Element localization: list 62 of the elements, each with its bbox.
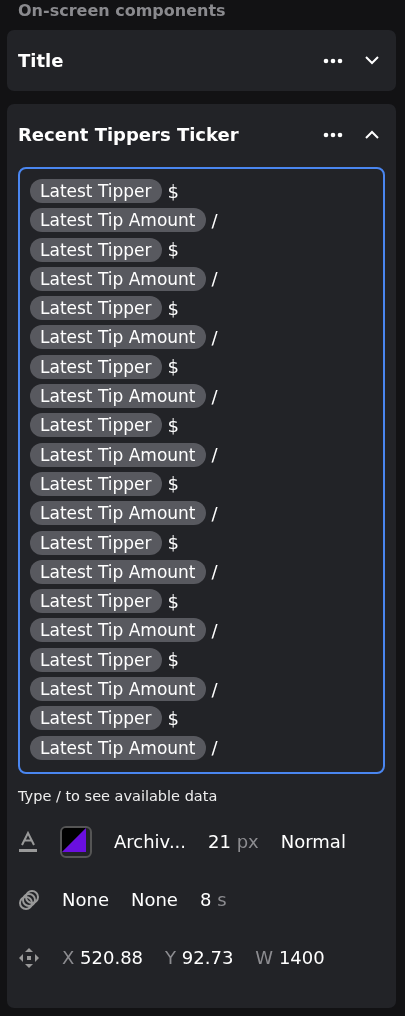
editor-text: / [211,327,218,348]
data-token[interactable]: Latest Tipper [30,413,162,438]
text-style-icon[interactable] [18,830,38,853]
data-token[interactable]: Latest Tip Amount [30,735,206,760]
editor-text: / [211,619,218,641]
editor-text: $ [167,180,179,202]
editor-text: $ [167,239,179,261]
editor-text: / [211,502,218,524]
editor-text: $ [167,649,179,671]
editor-text: / [211,268,218,290]
editor-text: $ [167,590,179,612]
data-token[interactable]: Latest Tip Amount [30,677,206,702]
data-token[interactable]: Latest Tipper [30,471,162,496]
data-token[interactable]: Latest Tip Amount [30,559,206,584]
more-icon[interactable] [323,131,343,138]
editor-text: / [211,737,218,759]
data-token[interactable]: Latest Tipper [30,706,162,731]
editor-text: / [211,444,218,466]
data-token[interactable]: Latest Tip Amount [30,618,206,643]
data-token[interactable]: Latest Tipper [30,179,162,203]
editor-text: $ [167,473,179,495]
duration[interactable]: 8 s [199,889,227,911]
editor-text: $ [167,414,179,436]
enter-animation[interactable]: None [62,889,109,911]
editor-text: / [211,561,218,583]
data-token[interactable]: Latest Tipper [30,354,162,379]
data-token[interactable]: Latest Tip Amount [30,208,206,233]
editor-text: $ [167,707,179,729]
editor-text: / [211,385,218,407]
move-icon[interactable] [18,946,40,969]
position-value[interactable]: W 1400 [255,947,325,969]
card-title[interactable]: Recent Tippers Ticker [18,124,323,145]
position-value[interactable]: X 520.88 [62,947,144,969]
editor-text: / [211,678,218,700]
data-token[interactable]: Latest Tip Amount [30,266,206,291]
hint-text: Type / to see available data [18,787,219,804]
editor-text: $ [167,297,179,319]
chevron-down-icon[interactable] [365,56,379,65]
data-token[interactable]: Latest Tip Amount [30,442,206,467]
exit-animation[interactable]: None [130,889,178,911]
editor-text: / [211,209,218,231]
font-weight[interactable]: Normal [280,831,346,853]
data-token[interactable]: Latest Tip Amount [30,384,206,409]
position-value[interactable]: Y 92.73 [165,947,234,969]
data-token[interactable]: Latest Tipper [30,237,162,262]
editor-text: $ [167,356,179,378]
text-editor[interactable] [18,167,385,774]
data-token[interactable]: Latest Tipper [30,296,162,321]
editor-text: $ [167,532,179,554]
color-swatch[interactable] [60,825,92,858]
section-header: On-screen components [18,2,227,20]
rings-icon[interactable] [18,888,40,911]
card-title[interactable]: Title [18,50,323,71]
font-family[interactable]: Archiv... [114,831,187,853]
data-token[interactable]: Latest Tipper [30,589,162,614]
data-token[interactable]: Latest Tipper [30,647,162,672]
chevron-up-icon[interactable] [365,130,379,139]
data-token[interactable]: Latest Tip Amount [30,501,206,526]
font-size[interactable]: 21 px [208,831,259,853]
data-token[interactable]: Latest Tip Amount [30,325,206,350]
data-token[interactable]: Latest Tipper [30,530,162,555]
more-icon[interactable] [323,57,343,64]
